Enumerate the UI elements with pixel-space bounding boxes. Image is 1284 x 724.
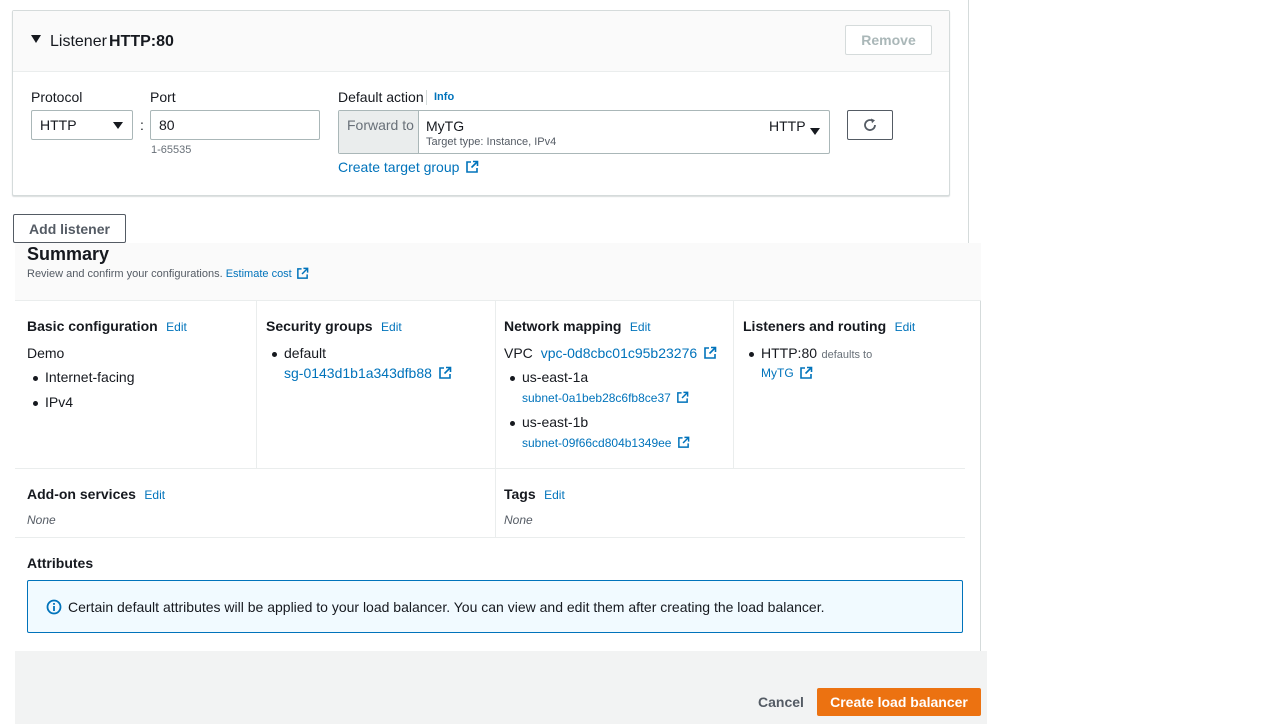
row-divider [15,468,965,469]
remove-button[interactable]: Remove [845,25,932,55]
listener-section: Listener HTTP:80 Remove Protocol HTTP : … [0,0,969,243]
listener-panel: Listener HTTP:80 Remove Protocol HTTP : … [12,10,950,196]
protocol-value: HTTP [40,117,77,133]
scheme-value: Internet-facing [45,369,135,385]
target-type-text: Target type: Instance, IPv4 [426,136,557,148]
cancel-button[interactable]: Cancel [758,694,804,710]
list-bullet [749,352,754,357]
security-group-link[interactable]: sg-0143d1b1a343dfb88 [284,365,452,381]
info-link[interactable]: Info [434,91,454,103]
external-link-icon [677,436,690,449]
refresh-icon [864,118,876,131]
load-balancer-name: Demo [27,345,65,361]
external-link-icon [800,366,813,379]
tags-value: None [504,513,533,527]
info-circle-icon [46,599,62,615]
tags-edit-link[interactable]: Edit [544,488,565,502]
listener-summary-value: HTTP:80 [761,345,818,361]
external-link-icon [677,391,689,404]
collapse-caret-icon[interactable] [31,35,41,43]
target-group-select[interactable]: Forward to MyTG Target type: Instance, I… [338,110,830,154]
forward-to-label: Forward to [347,117,414,133]
defaults-to-text: defaults to [821,349,873,361]
create-load-balancer-button[interactable]: Create load balancer [817,688,981,716]
subnet-1-id: subnet-0a1beb28c6fb8ce37 [522,391,671,405]
subnet-1-link[interactable]: subnet-0a1beb28c6fb8ce37 [522,391,689,405]
target-group-protocol: HTTP [769,118,806,134]
listener-title-prefix: Listener [50,33,107,50]
external-link-icon [296,267,309,279]
attributes-info-alert: Certain default attributes will be appli… [27,580,963,633]
addon-services-edit-link[interactable]: Edit [144,488,165,502]
addon-services-value: None [27,513,56,527]
form-footer: Cancel Create load balancer [15,651,987,724]
addon-services-title: Add-on services [27,486,136,502]
list-bullet [33,401,38,406]
zone-2-name: us-east-1b [522,414,589,430]
ip-type-value: IPv4 [45,394,74,410]
info-divider [426,90,427,105]
protocol-port-separator: : [140,117,144,133]
summary-subtitle: Review and confirm your configurations. [27,268,223,280]
target-group-summary-link[interactable]: MyTG [761,366,813,380]
subnet-2-link[interactable]: subnet-09f66cd804b1349ee [522,436,690,450]
external-link-icon [439,366,452,380]
listener-title-value: HTTP:80 [109,33,174,50]
caret-down-icon [810,128,820,135]
network-mapping-edit-link[interactable]: Edit [630,320,651,334]
zone-1-name: us-east-1a [522,369,589,385]
security-group-id: sg-0143d1b1a343dfb88 [284,365,432,381]
listener-header: Listener HTTP:80 Remove [13,11,949,72]
column-divider [495,301,496,468]
create-target-group-label: Create target group [338,159,460,175]
listeners-routing-edit-link[interactable]: Edit [895,320,916,334]
vpc-label: VPC [504,345,533,361]
tags-title: Tags [504,486,536,502]
attributes-info-text: Certain default attributes will be appli… [68,599,825,615]
list-bullet [510,421,515,426]
target-group-summary-name: MyTG [761,366,794,380]
security-groups-title: Security groups [266,318,373,334]
network-mapping-title: Network mapping [504,318,622,334]
summary-title: Summary [27,244,110,264]
add-listener-button[interactable]: Add listener [13,214,126,243]
refresh-button[interactable] [847,110,893,140]
basic-configuration-title: Basic configuration [27,318,158,334]
estimate-cost-link[interactable]: Estimate cost [225,267,309,280]
port-input[interactable]: 80 [150,110,320,140]
protocol-label: Protocol [31,89,83,105]
protocol-select[interactable]: HTTP [31,110,133,140]
external-link-icon [466,160,479,174]
forward-to-addon: Forward to [339,111,419,153]
subnet-2-id: subnet-09f66cd804b1349ee [522,436,672,450]
summary-panel: Summary Review and confirm your configur… [15,243,981,651]
column-divider [733,301,734,468]
vpc-id: vpc-0d8cbc01c95b23276 [540,345,698,361]
port-value: 80 [159,117,175,133]
estimate-cost-label: Estimate cost [225,268,292,280]
column-divider [495,469,496,537]
security-groups-edit-link[interactable]: Edit [381,320,402,334]
create-target-group-link[interactable]: Create target group [338,159,479,175]
list-bullet [510,376,515,381]
row-divider [15,537,965,538]
caret-down-icon [113,122,123,129]
default-action-label: Default action [338,89,424,105]
external-link-icon [704,346,717,360]
vpc-link[interactable]: vpc-0d8cbc01c95b23276 [541,345,717,361]
target-group-name: MyTG [426,118,465,134]
listeners-routing-title: Listeners and routing [743,318,887,334]
port-hint: 1-65535 [151,144,192,156]
attributes-title: Attributes [27,555,94,571]
list-bullet [33,376,38,381]
list-bullet [272,352,277,357]
security-group-name: default [284,345,327,361]
port-label: Port [150,89,176,105]
basic-configuration-edit-link[interactable]: Edit [166,320,187,334]
column-divider [256,301,257,468]
summary-header: Summary Review and confirm your configur… [15,243,981,301]
